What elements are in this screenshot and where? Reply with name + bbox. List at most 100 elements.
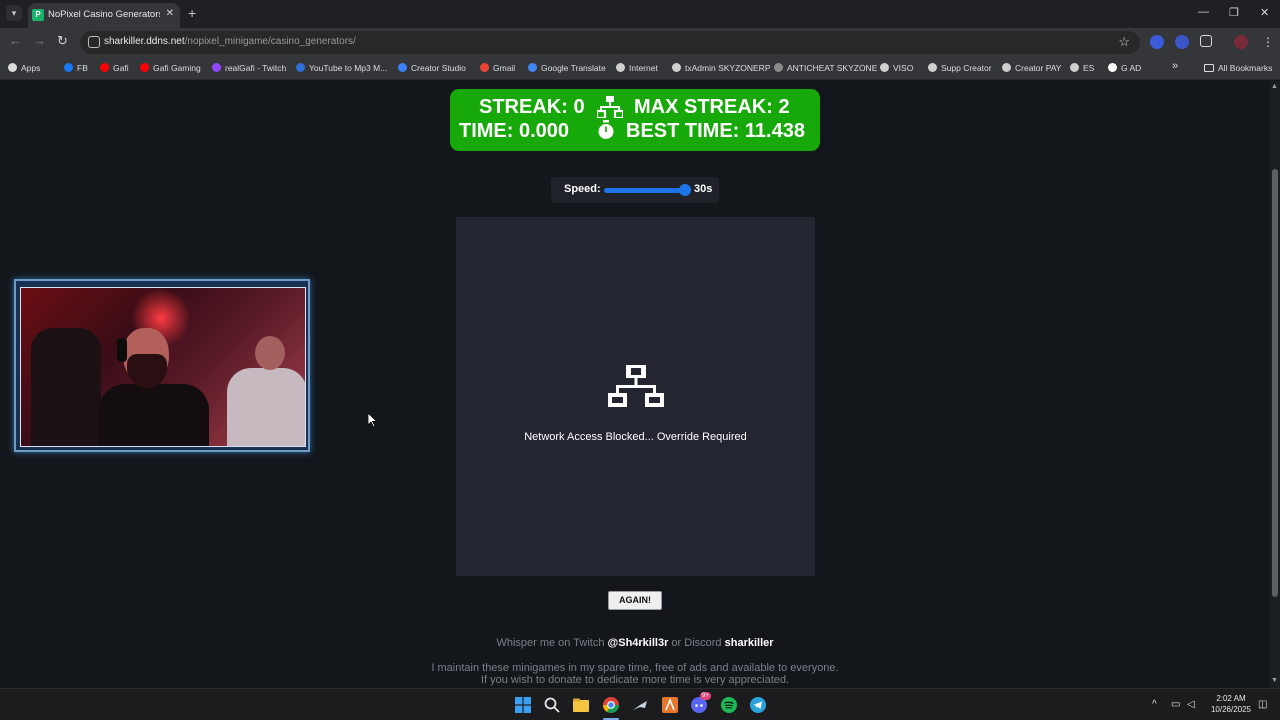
chevron-up-icon[interactable]: ^ <box>1152 699 1157 710</box>
discord-handle: sharkiller <box>724 637 774 649</box>
url-host: sharkiller.ddns.net <box>104 36 185 47</box>
bookmark-item[interactable]: Google Translate <box>528 61 606 75</box>
tab-search-button[interactable]: ▾ <box>6 5 22 21</box>
bookmark-label: VISO <box>893 63 914 73</box>
shield-icon <box>774 63 783 72</box>
folder-icon <box>1204 64 1214 72</box>
bookmark-item[interactable]: Apps <box>8 61 40 75</box>
windows-taskbar: 9+ ^ ▭ ◁ 2:02 AM 10/26/2025 ◫ <box>0 688 1280 720</box>
globe-icon <box>880 63 889 72</box>
youtube-icon <box>140 63 149 72</box>
bookmark-item[interactable]: VISO <box>880 61 913 75</box>
download-icon <box>296 63 305 72</box>
bookmark-item[interactable]: Supp Creator <box>928 61 992 75</box>
bookmarks-bar: » All Bookmarks Apps FB Gafi Gafi Gaming rea… <box>0 56 1280 80</box>
spotify-icon[interactable] <box>721 697 737 713</box>
reload-button[interactable]: ↻ <box>57 33 68 49</box>
telegram-icon[interactable] <box>750 697 766 713</box>
bookmark-item[interactable]: realGafi - Twitch <box>212 61 286 75</box>
speed-slider-track[interactable] <box>604 188 686 193</box>
steam-icon[interactable] <box>632 697 648 713</box>
footer-donate-note: If you wish to donate to dedicate more t… <box>480 674 790 686</box>
scrollbar-thumb[interactable] <box>1272 169 1278 597</box>
bookmark-label: ES <box>1083 63 1095 73</box>
all-bookmarks-button[interactable]: All Bookmarks <box>1204 61 1272 75</box>
best-time-label: BEST TIME: 11.438 <box>626 120 805 142</box>
url-text: sharkiller.ddns.net/nopixel_minigame/cas… <box>104 36 356 47</box>
bookmark-item[interactable]: ES <box>1070 61 1094 75</box>
address-bar[interactable]: sharkiller.ddns.net/nopixel_minigame/cas… <box>80 31 1140 54</box>
new-tab-button[interactable]: + <box>188 5 196 21</box>
bookmark-item[interactable]: ANTICHEAT SKYZONE <box>774 61 877 75</box>
extension-icon[interactable] <box>1150 35 1164 49</box>
scroll-down-arrow-icon[interactable]: ▼ <box>1271 677 1278 684</box>
minimize-button[interactable]: — <box>1198 6 1209 18</box>
app-icon[interactable] <box>662 697 678 713</box>
google-icon <box>1108 63 1117 72</box>
footer-note: I maintain these minigames in my spare t… <box>431 662 839 674</box>
network-tray-icon[interactable]: ▭ <box>1171 699 1180 710</box>
bookmark-label: Gmail <box>493 63 516 73</box>
page-content: STREAK: 0 MAX STREAK: 2 TIME: 0.000 BEST… <box>0 81 1270 688</box>
bookmark-item[interactable]: Gafi Gaming <box>140 61 201 75</box>
bookmark-item[interactable]: FB <box>64 61 88 75</box>
bookmark-label: Supp Creator <box>941 63 992 73</box>
bookmark-item[interactable]: Gmail <box>480 61 515 75</box>
bookmark-label: YouTube to Mp3 M... <box>309 63 388 73</box>
or-discord-text: or Discord <box>668 637 725 649</box>
bookmark-item[interactable]: Creator PAY <box>1002 61 1061 75</box>
globe-icon <box>1002 63 1011 72</box>
nopixel-favicon-icon: P <box>32 9 44 21</box>
system-clock[interactable]: 2:02 AM 10/26/2025 <box>1206 693 1256 715</box>
link-icon <box>928 63 937 72</box>
active-tab[interactable]: P NoPixel Casino Generators Mini ✕ <box>28 3 180 28</box>
bookmark-label: ANTICHEAT SKYZONE <box>787 63 878 73</box>
extensions-puzzle-icon[interactable] <box>1200 35 1212 47</box>
bookmark-label: Internet <box>629 63 658 73</box>
again-button[interactable]: AGAIN! <box>608 591 662 610</box>
facebook-icon <box>64 63 73 72</box>
menu-kebab-icon[interactable]: ⋮ <box>1262 35 1274 49</box>
discord-icon[interactable]: 9+ <box>691 692 711 713</box>
bookmark-item[interactable]: Internet <box>616 61 658 75</box>
bookmark-item[interactable]: Gafi <box>100 61 129 75</box>
volume-icon[interactable]: ◁ <box>1187 699 1195 710</box>
bookmark-item[interactable]: Creator Studio <box>398 61 466 75</box>
bookmark-label: FB <box>77 63 88 73</box>
youtube-icon <box>100 63 109 72</box>
bookmark-item[interactable]: G AD <box>1108 61 1141 75</box>
restore-button[interactable]: ❐ <box>1229 6 1239 19</box>
all-bookmarks-label: All Bookmarks <box>1218 63 1273 73</box>
profile-avatar[interactable] <box>1234 35 1248 49</box>
webcam-video <box>20 287 306 447</box>
tab-title: NoPixel Casino Generators Mini <box>48 9 160 20</box>
extension-icon[interactable] <box>1175 35 1189 49</box>
discord-badge: 9+ <box>700 692 711 700</box>
bookmark-label: G AD <box>1121 63 1142 73</box>
back-button[interactable]: ← <box>9 33 22 48</box>
bookmark-label: Gafi Gaming <box>153 63 201 73</box>
tab-close-icon[interactable]: ✕ <box>166 8 174 19</box>
close-window-button[interactable]: ✕ <box>1260 6 1269 19</box>
chrome-icon[interactable] <box>603 697 619 713</box>
windows-start-icon[interactable] <box>515 697 531 713</box>
footer-contact: Whisper me on Twitch @Sh4rkill3r or Disc… <box>0 637 1270 649</box>
bookmark-item[interactable]: txAdmin SKYZONERP <box>672 61 771 75</box>
speed-label: Speed: <box>564 183 601 195</box>
webcam-overlay <box>14 279 310 452</box>
file-explorer-icon[interactable] <box>573 697 589 713</box>
bookmark-label: Creator PAY <box>1015 63 1062 73</box>
bookmark-label: realGafi - Twitch <box>225 63 287 73</box>
bookmark-star-icon[interactable]: ☆ <box>1118 34 1130 50</box>
page-scrollbar[interactable]: ▲ ▼ <box>1270 81 1280 688</box>
bookmark-label: Gafi <box>113 63 129 73</box>
bookmark-item[interactable]: YouTube to Mp3 M... <box>296 61 387 75</box>
stats-panel: STREAK: 0 MAX STREAK: 2 TIME: 0.000 BEST… <box>450 89 820 151</box>
speed-slider-thumb[interactable] <box>679 184 691 196</box>
scroll-up-arrow-icon[interactable]: ▲ <box>1271 83 1278 90</box>
notification-bell-icon[interactable]: ◫ <box>1258 699 1267 710</box>
site-info-icon[interactable] <box>88 36 100 48</box>
search-icon[interactable] <box>544 697 560 713</box>
more-bookmarks-chevron-icon[interactable]: » <box>1172 60 1178 72</box>
forward-button[interactable]: → <box>33 33 46 48</box>
